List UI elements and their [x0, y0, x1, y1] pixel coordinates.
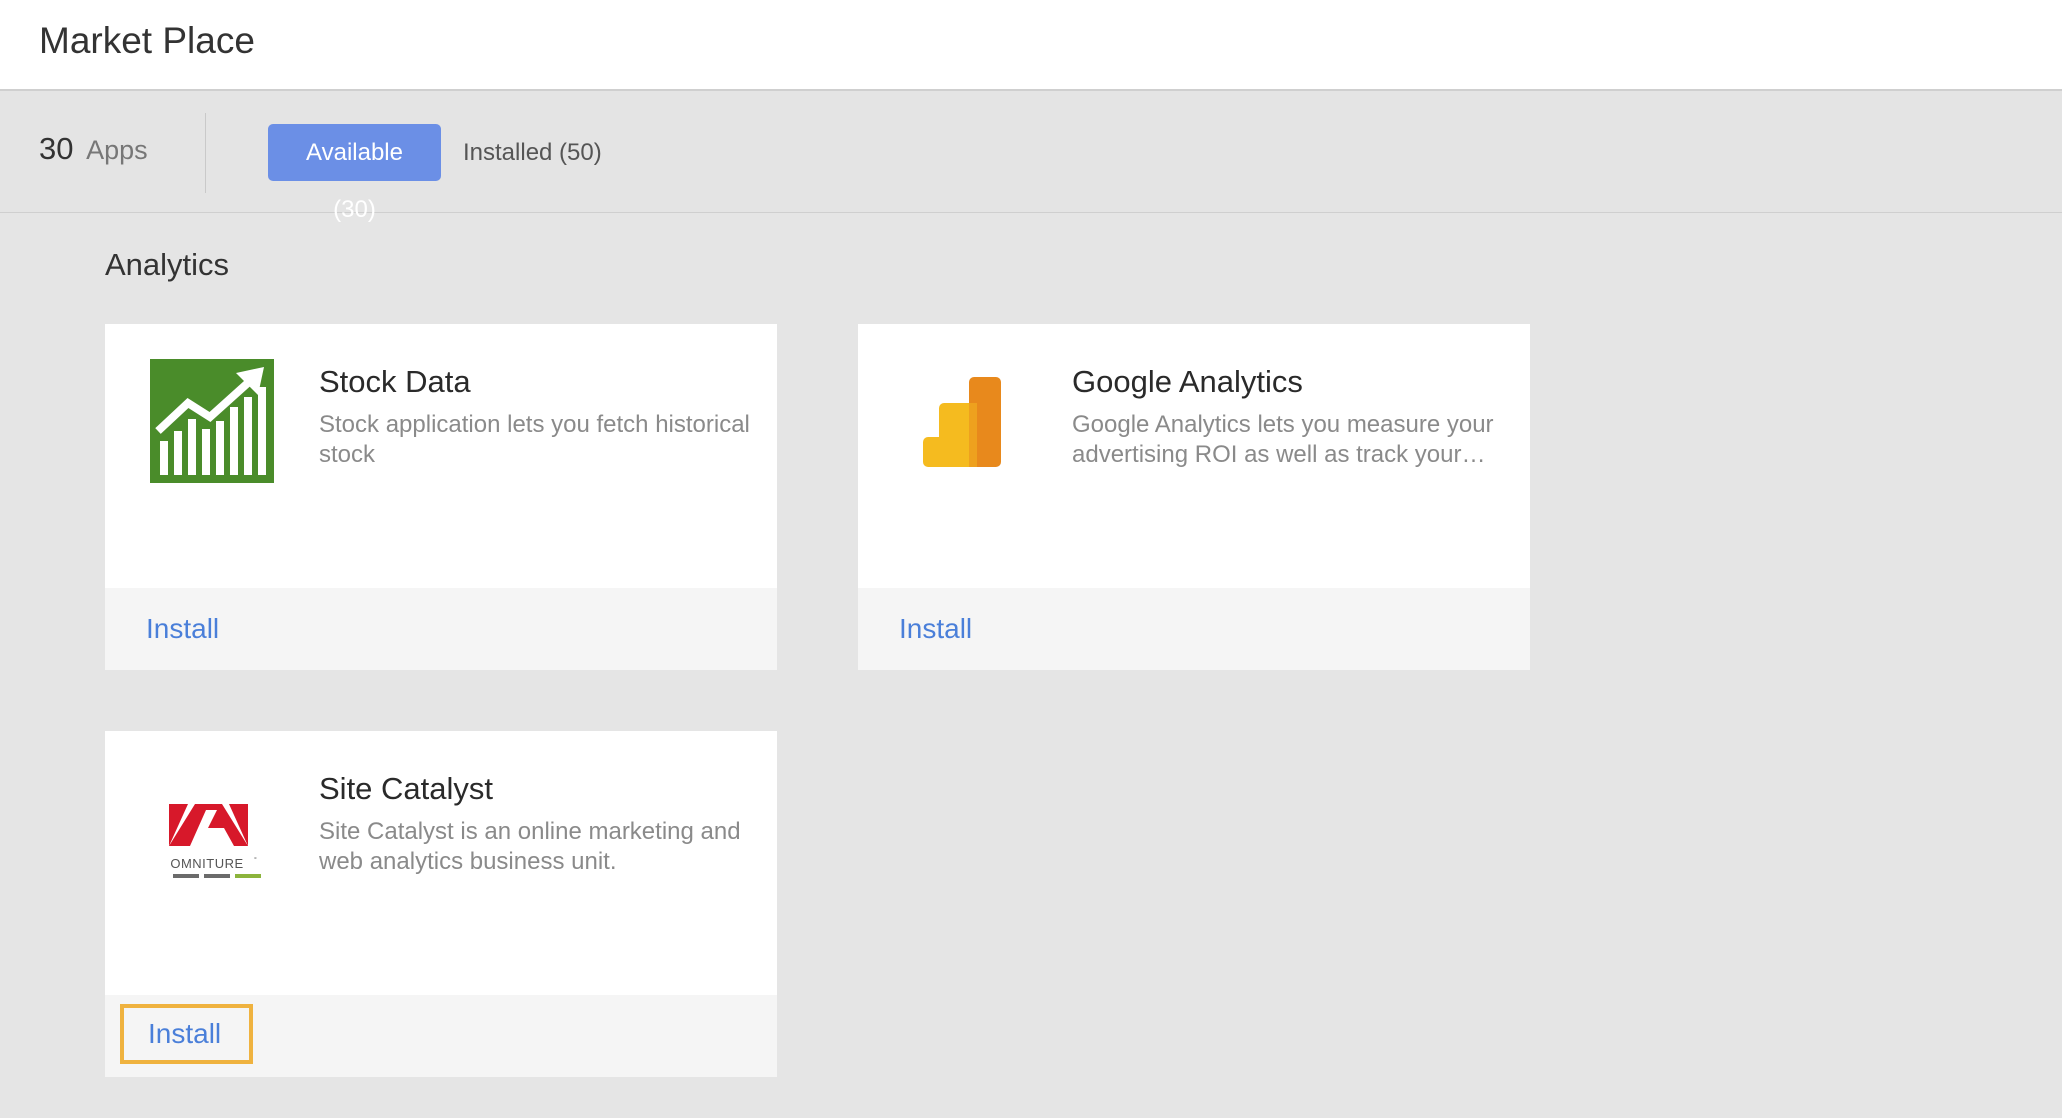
- apps-count: 30 Apps: [39, 131, 148, 167]
- app-description: Site Catalyst is an online marketing and…: [319, 818, 741, 875]
- app-name: Site Catalyst: [319, 771, 494, 806]
- card-footer: Install: [105, 995, 777, 1077]
- filter-bar: 30 Apps Available (30) Installed (50): [0, 91, 2062, 223]
- svg-text:°: °: [254, 856, 257, 864]
- app-description: Google Analytics lets you measure your a…: [1072, 411, 1494, 468]
- stock-chart-icon: [150, 359, 274, 483]
- card-footer: Install: [858, 588, 1530, 670]
- divider: [205, 113, 206, 193]
- apps-count-number: 30: [39, 131, 74, 166]
- page-title: Market Place: [39, 20, 255, 61]
- app-card-stock-data: Stock Data Stock application lets you fe…: [105, 324, 777, 670]
- google-analytics-icon: [903, 359, 1027, 483]
- apps-count-label: Apps: [86, 135, 148, 165]
- install-button[interactable]: Install: [146, 613, 219, 645]
- app-card-google-analytics: Google Analytics Google Analytics lets y…: [858, 324, 1530, 670]
- tab-available[interactable]: Available (30): [268, 124, 441, 223]
- adobe-omniture-icon: OMNITURE °: [150, 766, 274, 890]
- app-name: Stock Data: [319, 364, 471, 399]
- card-footer: Install: [105, 588, 777, 670]
- top-bar: Market Place: [0, 0, 2062, 91]
- install-button[interactable]: Install: [120, 1004, 253, 1064]
- app-description: Stock application lets you fetch histori…: [319, 411, 750, 468]
- section-title-analytics: Analytics: [105, 247, 230, 282]
- tab-installed[interactable]: Installed (50): [449, 124, 616, 181]
- app-name: Google Analytics: [1072, 364, 1303, 399]
- install-button[interactable]: Install: [899, 613, 972, 645]
- svg-text:OMNITURE: OMNITURE: [170, 856, 243, 871]
- app-card-site-catalyst: OMNITURE ° Site Catalyst Site Catalyst i…: [105, 731, 777, 1077]
